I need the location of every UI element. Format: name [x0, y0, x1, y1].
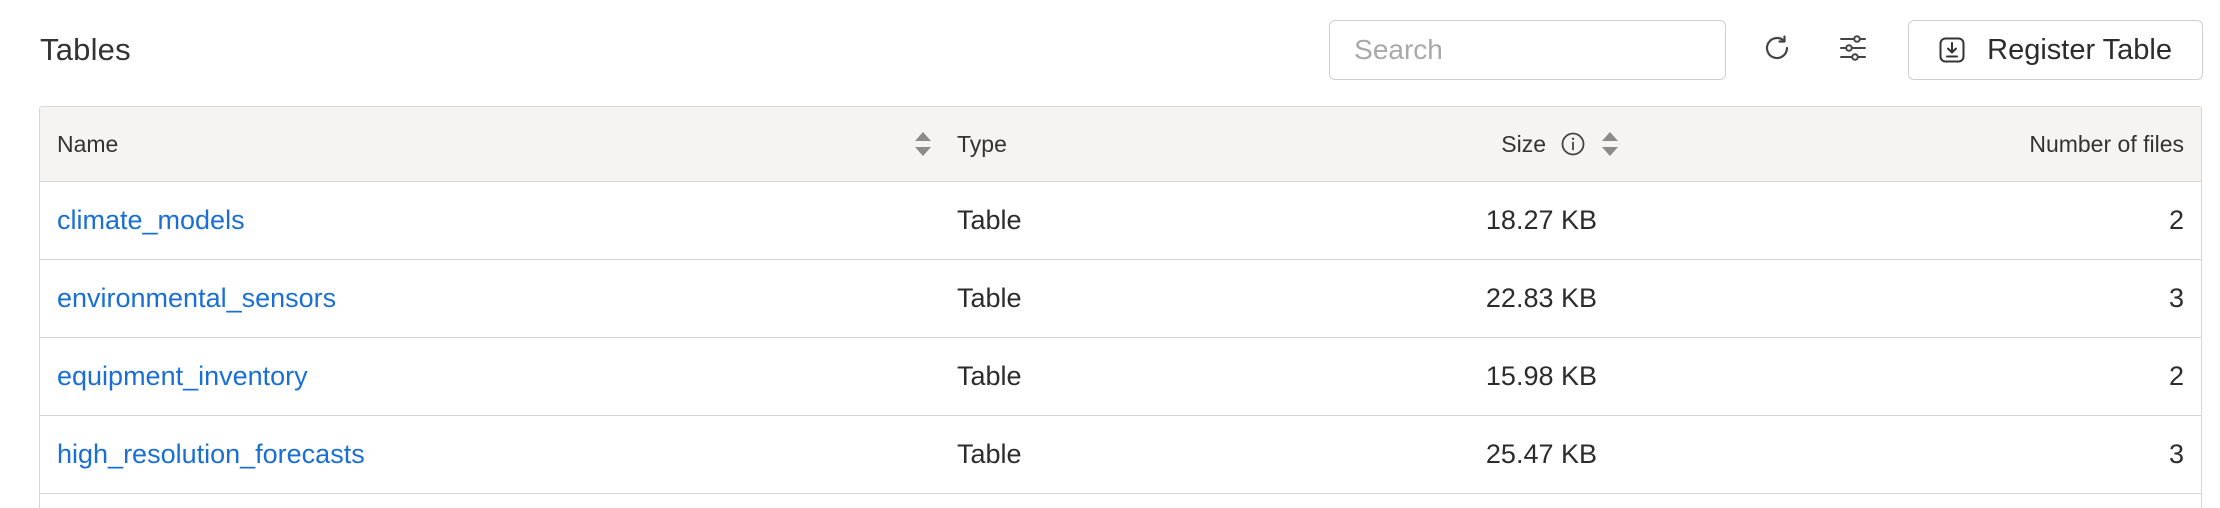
cell-size-value: 22.83 KB [1485, 283, 1597, 313]
cell-name: high_resolution_forecasts [40, 439, 940, 470]
search-box[interactable] [1329, 20, 1727, 80]
cell-type-value: Table [957, 361, 1022, 391]
cell-type: Table [940, 283, 1240, 314]
filter-settings-button[interactable] [1828, 25, 1878, 75]
cell-type: Table [940, 361, 1240, 392]
table-link[interactable]: climate_models [57, 205, 245, 236]
column-header-size-label: Size [1501, 130, 1546, 157]
column-header-type-label: Type [957, 130, 1007, 157]
cell-files-value: 3 [2168, 283, 2184, 313]
table-row: equipment_inventory Table 15.98 KB 2 [40, 338, 2201, 416]
refresh-icon [1761, 32, 1793, 69]
cell-type-value: Table [957, 283, 1022, 313]
register-table-label: Register Table [1987, 33, 2172, 66]
cell-files-value: 2 [2168, 361, 2184, 391]
column-header-files: Number of files [1630, 131, 2201, 158]
column-header-files-label: Number of files [2029, 130, 2184, 157]
cell-size: 15.98 KB [1240, 361, 1630, 392]
sort-icon[interactable] [913, 129, 933, 159]
column-header-size[interactable]: Size [1240, 129, 1630, 159]
column-header-name[interactable]: Name [40, 131, 940, 158]
tables-table: Name Type Size Number of files climate_m… [39, 106, 2202, 508]
download-box-icon [1937, 35, 1967, 65]
cell-name: environmental_sensors [40, 283, 940, 314]
cell-type: Table [940, 205, 1240, 236]
table-header-row: Name Type Size Number of files [40, 107, 2201, 182]
table-link[interactable]: equipment_inventory [57, 361, 308, 392]
info-icon[interactable] [1560, 131, 1586, 157]
cell-files: 2 [1630, 361, 2201, 392]
tables-page: Tables Search Register Table Name Type S… [0, 0, 2220, 508]
cell-name: climate_models [40, 205, 940, 236]
table-row: environmental_sensors Table 22.83 KB 3 [40, 260, 2201, 338]
cell-files-value: 2 [2168, 205, 2184, 235]
cell-type: Table [940, 439, 1240, 470]
page-title: Tables [40, 32, 131, 67]
cell-size-value: 25.47 KB [1485, 439, 1597, 469]
cell-type-value: Table [957, 439, 1022, 469]
cell-files: 2 [1630, 205, 2201, 236]
sort-icon[interactable] [1600, 129, 1620, 159]
page-header: Tables Search Register Table [40, 18, 2203, 82]
column-header-name-label: Name [57, 130, 119, 157]
cell-files-value: 3 [2168, 439, 2184, 469]
sliders-icon [1838, 33, 1868, 68]
register-table-button[interactable]: Register Table [1908, 20, 2203, 80]
table-link[interactable]: environmental_sensors [57, 283, 336, 314]
search-input[interactable] [1352, 33, 1704, 67]
cell-size-value: 15.98 KB [1485, 361, 1597, 391]
cell-files: 3 [1630, 283, 2201, 314]
table-link[interactable]: high_resolution_forecasts [57, 439, 365, 470]
cell-name: equipment_inventory [40, 361, 940, 392]
cell-size: 22.83 KB [1240, 283, 1630, 314]
cell-size: 18.27 KB [1240, 205, 1630, 236]
cell-type-value: Table [957, 205, 1022, 235]
refresh-button[interactable] [1752, 25, 1802, 75]
table-row: climate_models Table 18.27 KB 2 [40, 182, 2201, 260]
cell-size: 25.47 KB [1240, 439, 1630, 470]
table-row: high_resolution_forecasts Table 25.47 KB… [40, 416, 2201, 494]
cell-size-value: 18.27 KB [1485, 205, 1597, 235]
cell-files: 3 [1630, 439, 2201, 470]
column-header-type: Type [940, 131, 1240, 158]
